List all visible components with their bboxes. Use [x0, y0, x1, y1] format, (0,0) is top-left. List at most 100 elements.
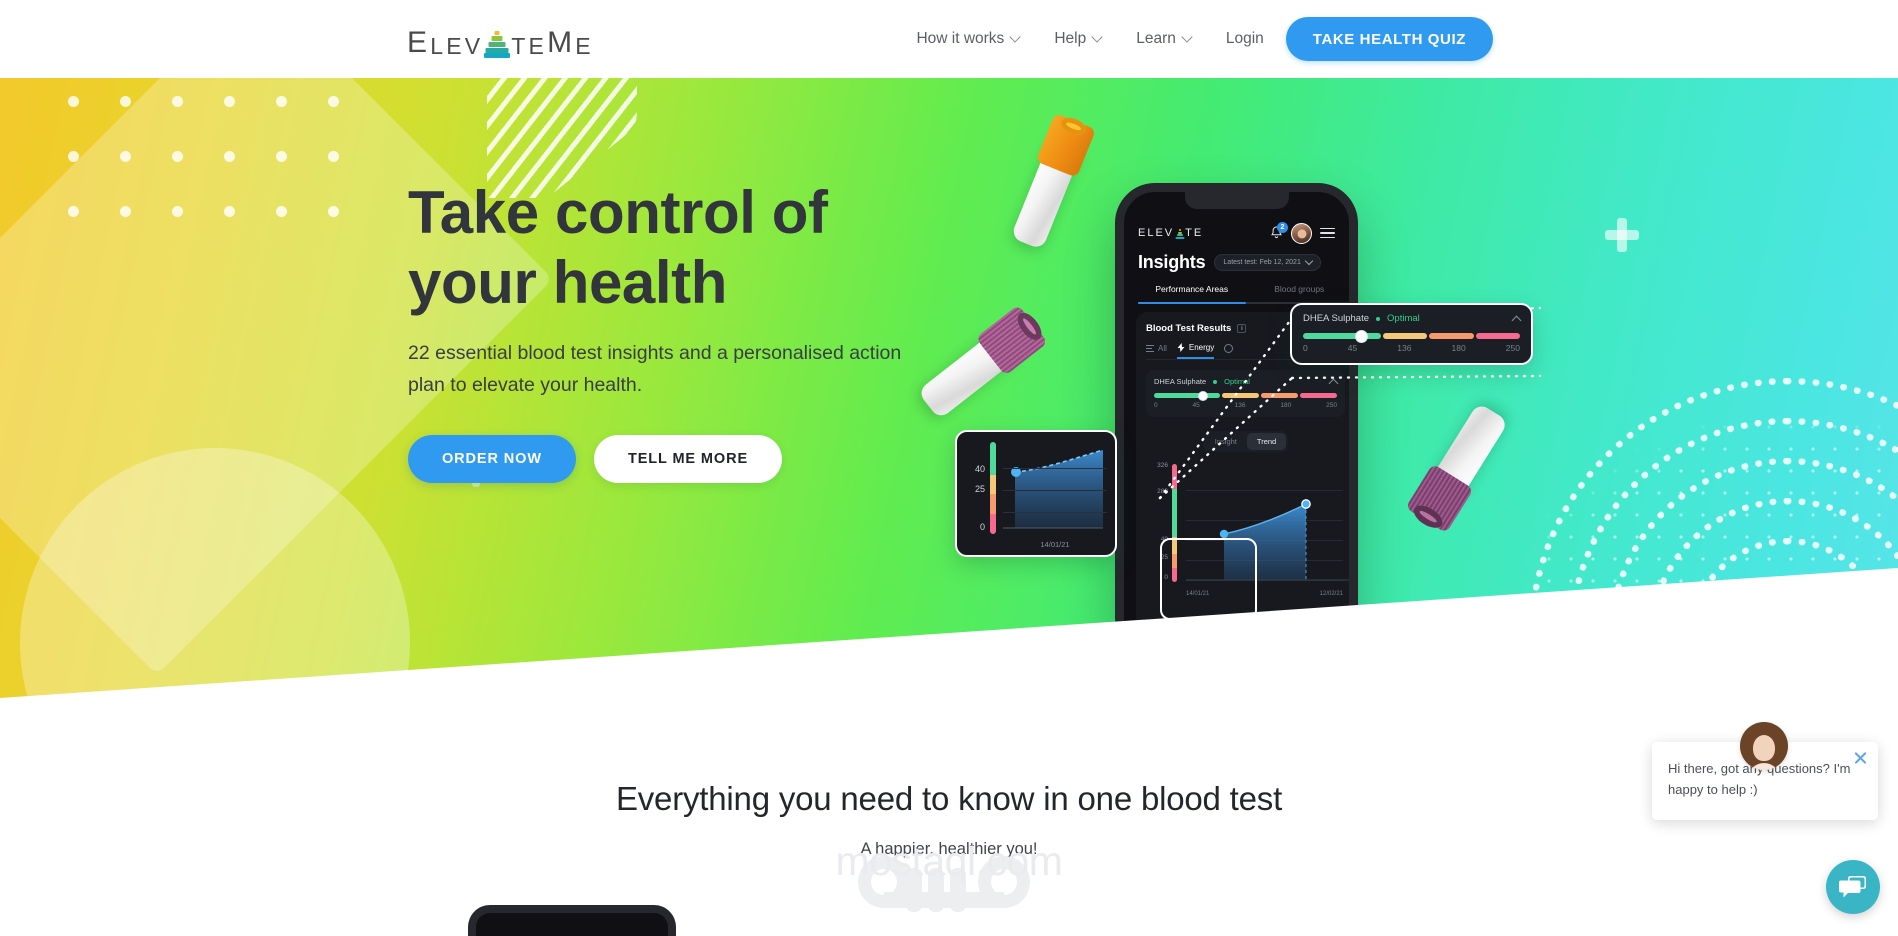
decorative-dot-grid — [68, 96, 348, 236]
gauge-tick: 45 — [1347, 343, 1358, 353]
order-now-button[interactable]: ORDER NOW — [408, 435, 576, 484]
callout-gauge-knob[interactable] — [1355, 329, 1369, 343]
filter-label: Energy — [1188, 343, 1215, 352]
chevron-down-icon — [1304, 256, 1314, 265]
gauge-tick: 136 — [1397, 343, 1412, 353]
page-root: E LEV TE M E How it works Help Learn Login T… — [0, 0, 1898, 936]
phone-device: ELEV TE 2 Insights Latest test: Feb 12, … — [1115, 183, 1358, 658]
chart-plot-area — [1186, 462, 1349, 584]
brand-logo[interactable]: E LEV TE M E — [407, 18, 594, 58]
app-logo: ELEV TE — [1138, 227, 1203, 239]
nav-item-help[interactable]: Help — [1037, 30, 1119, 48]
dhea-callout-card[interactable]: DHEA Sulphate Optimal 0 45 136 180 250 — [1290, 303, 1533, 365]
gauge-tick: 250 — [1505, 343, 1520, 353]
callout-gauge-bar — [1303, 329, 1521, 343]
filter-energy[interactable]: Energy — [1176, 343, 1215, 359]
logo-letters-te: TE — [511, 32, 548, 59]
gauge-tick: 45 — [1192, 402, 1200, 409]
nav-item-login[interactable]: Login — [1209, 30, 1286, 48]
gauge-tick: 0 — [1154, 402, 1158, 409]
filter-mood[interactable] — [1224, 344, 1234, 358]
status-dot-icon — [1213, 379, 1218, 384]
status-dot-icon — [1376, 316, 1381, 321]
logo-letters-lev: LEV — [430, 32, 484, 59]
callout-status: Optimal — [1387, 313, 1420, 324]
chevron-up-icon[interactable] — [1511, 315, 1522, 326]
app-logo-te: TE — [1185, 227, 1204, 239]
nav-label: How it works — [916, 30, 1005, 47]
bolt-icon — [1177, 343, 1185, 352]
app-topbar-actions: 2 — [1270, 222, 1335, 244]
avatar[interactable] — [1291, 222, 1312, 244]
app-tabs: Performance Areas Blood groups — [1138, 284, 1350, 300]
tab-blood-groups[interactable]: Blood groups — [1246, 284, 1350, 300]
chevron-down-icon — [1093, 33, 1102, 42]
y-tick: 25 — [974, 484, 985, 494]
gauge-header: DHEA Sulphate Optimal — [1154, 377, 1339, 389]
tell-me-more-button[interactable]: TELL ME MORE — [593, 435, 783, 484]
notification-bell-icon[interactable]: 2 — [1270, 222, 1288, 240]
gauge-name: DHEA Sulphate — [1154, 377, 1207, 386]
close-icon[interactable] — [1853, 750, 1868, 765]
hero-title: Take control of your health — [408, 178, 968, 317]
latest-test-label: Latest test: Feb 12, 2021 — [1223, 259, 1301, 266]
x-tick: 12/02/21 — [1319, 591, 1343, 597]
info-icon[interactable]: i — [1237, 324, 1247, 333]
latest-test-selector[interactable]: Latest test: Feb 12, 2021 — [1214, 254, 1321, 271]
gauge-ticks: 0 45 136 180 250 — [1154, 402, 1337, 409]
list-icon — [1146, 345, 1154, 352]
pyramid-logo-mark-icon — [1175, 228, 1185, 239]
section-heading: Everything you need to know in one blood… — [615, 780, 1283, 817]
y-tick: 0 — [979, 522, 985, 532]
chevron-up-icon[interactable] — [1328, 378, 1339, 389]
app-logo-elev: ELEV — [1138, 227, 1175, 239]
decorative-plus-icon — [1605, 218, 1639, 252]
logo-letter-e1: E — [407, 26, 431, 59]
y-tick: 0 — [1164, 574, 1168, 581]
mood-icon — [1224, 344, 1234, 353]
callout-gauge-ticks: 0 45 136 180 250 — [1303, 343, 1520, 353]
view-toggle: Insight Trend — [1146, 431, 1345, 452]
hero-button-group: ORDER NOW TELL ME MORE — [408, 435, 968, 484]
brand-logo-text: E LEV TE M E — [407, 28, 594, 58]
toggle-trend[interactable]: Trend — [1246, 433, 1287, 450]
nav-item-how-it-works[interactable]: How it works — [899, 30, 1037, 48]
y-tick: 326 — [1157, 462, 1168, 469]
notification-badge: 2 — [1277, 222, 1288, 233]
chart-y-axis: 326 280 40 25 0 — [1146, 462, 1168, 582]
callout-header: DHEA Sulphate Optimal — [1303, 313, 1522, 326]
hero-section: Take control of your health 22 essential… — [0, 78, 1898, 698]
site-header: E LEV TE M E How it works Help Learn Login T… — [0, 0, 1898, 78]
hero-title-line1: Take control of — [408, 179, 828, 246]
page-title: Insights — [1138, 252, 1206, 272]
chat-launcher-button[interactable] — [1826, 860, 1880, 914]
hamburger-menu-icon[interactable] — [1320, 227, 1335, 239]
blood-vial-purple-right — [1371, 379, 1538, 556]
nav-label: Login — [1225, 30, 1264, 47]
gauge-knob[interactable] — [1197, 390, 1208, 401]
app-topbar: ELEV TE 2 — [1124, 218, 1349, 248]
filter-label: All — [1158, 344, 1167, 353]
nav-item-learn[interactable]: Learn — [1119, 30, 1209, 48]
y-tick: 280 — [1157, 488, 1168, 495]
pyramid-logo-mark-icon — [484, 28, 511, 58]
callout-name: DHEA Sulphate — [1303, 313, 1370, 324]
hero-subtitle: 22 essential blood test insights and a p… — [408, 342, 902, 396]
toggle-insight[interactable]: Insight — [1205, 433, 1247, 450]
main-navigation: How it works Help Learn Login TAKE HEALT… — [899, 0, 1493, 78]
zoom-chart-colorbar — [990, 442, 996, 534]
trend-chart: 326 280 40 25 0 14/01/21 12/02/21 — [1146, 462, 1349, 597]
take-health-quiz-button[interactable]: TAKE HEALTH QUIZ — [1285, 17, 1493, 61]
filter-all[interactable]: All — [1146, 344, 1167, 358]
x-tick: 14/01/21 — [1186, 591, 1210, 597]
y-tick: 40 — [1160, 536, 1168, 543]
gauge-row-dhea[interactable]: DHEA Sulphate Optimal 0 45 136 180 250 — [1146, 370, 1345, 417]
chevron-down-icon — [1011, 33, 1020, 42]
tab-performance-areas[interactable]: Performance Areas — [1138, 284, 1246, 300]
chat-agent-avatar — [1740, 722, 1788, 770]
hero-copy: Take control of your health 22 essential… — [408, 178, 968, 484]
nav-label: Help — [1054, 30, 1087, 47]
zoom-chart-plot — [1003, 440, 1107, 536]
zoom-chart-x-axis: 14/01/21 — [1040, 540, 1070, 549]
y-tick: 40 — [974, 464, 985, 474]
